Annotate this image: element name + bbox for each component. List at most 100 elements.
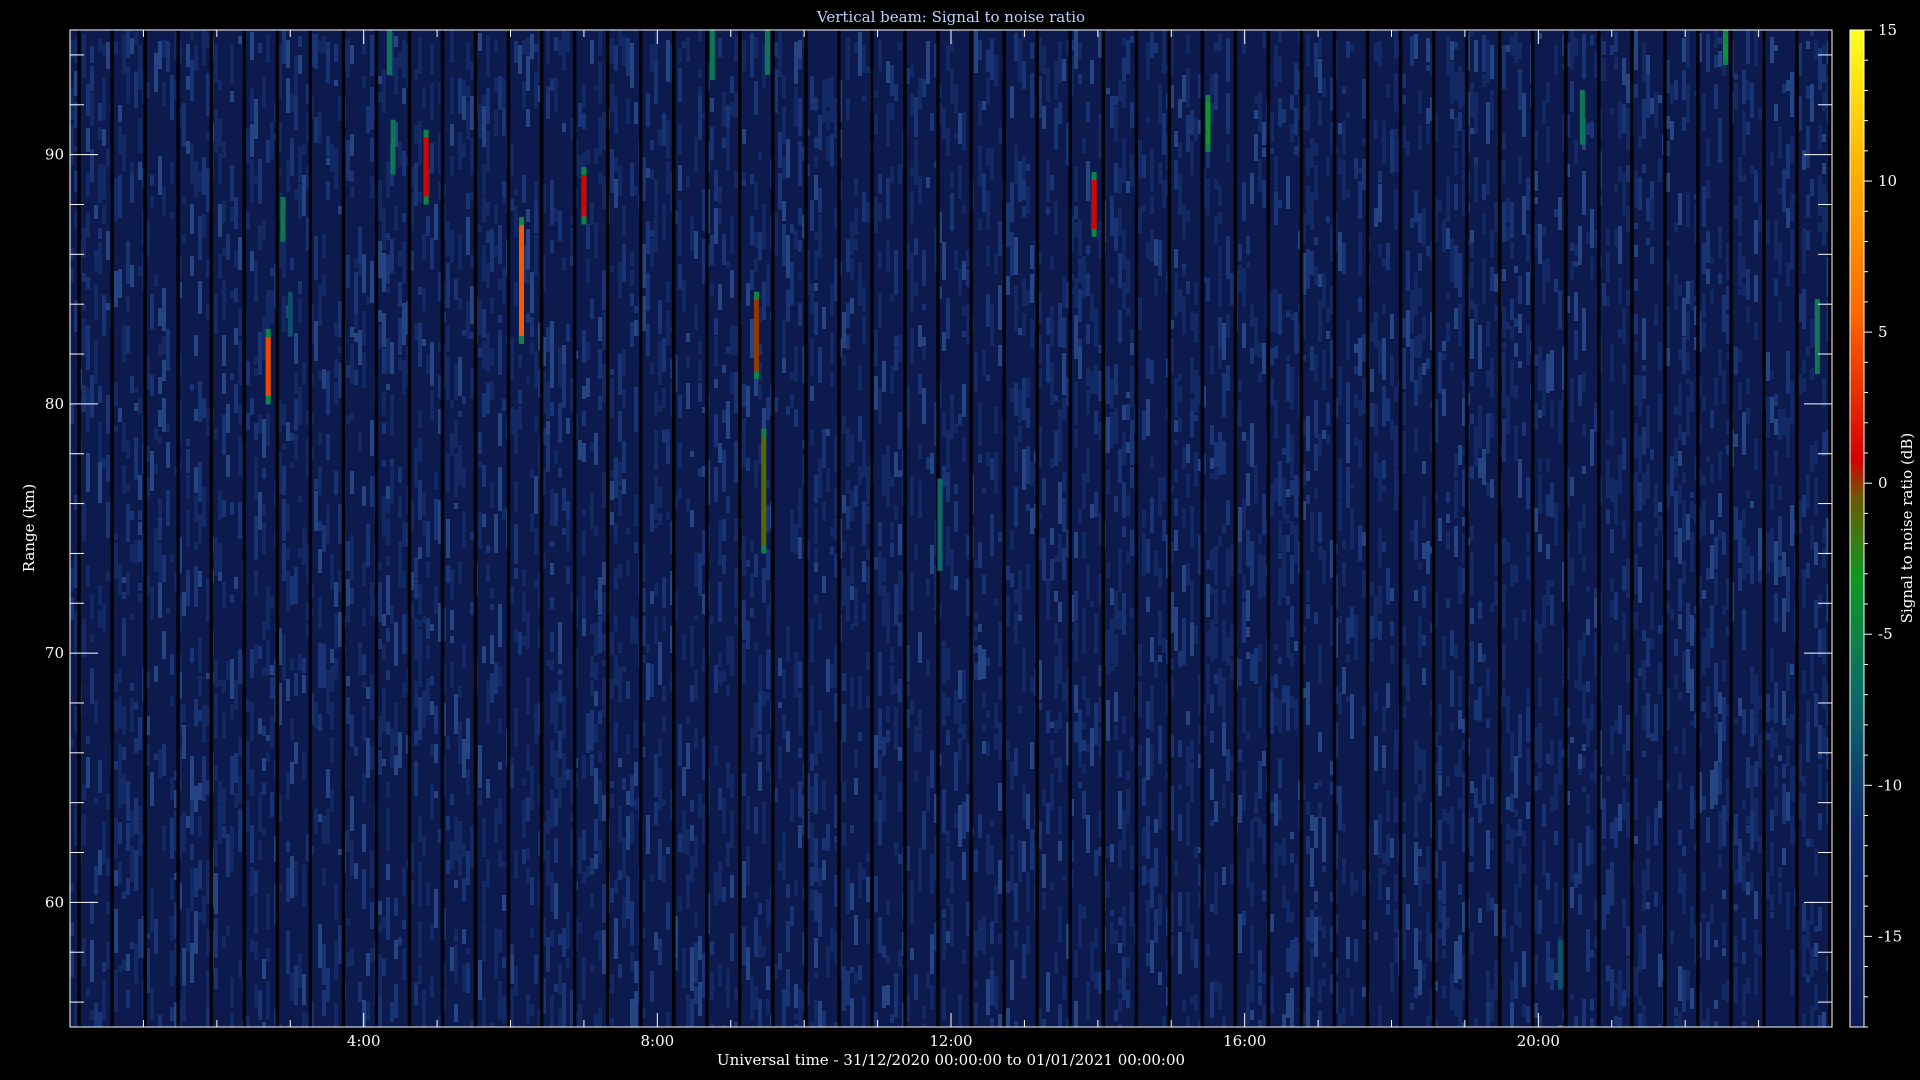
noise-cell (954, 133, 958, 139)
noise-cell (1238, 749, 1242, 761)
noise-cell (1750, 666, 1754, 704)
noise-cell (782, 319, 786, 358)
noise-cell (922, 79, 926, 97)
noise-cell (338, 206, 342, 214)
noise-cell (494, 943, 498, 979)
noise-cell (1442, 906, 1446, 946)
noise-cell (1226, 93, 1230, 134)
noise-cell (1286, 311, 1290, 317)
noise-cell (678, 487, 682, 499)
noise-cell (170, 555, 174, 562)
noise-cell (1806, 231, 1810, 250)
noise-cell (846, 303, 850, 328)
noise-cell (1338, 232, 1342, 271)
noise-cell (1210, 731, 1214, 743)
noise-cell (1258, 761, 1262, 799)
noise-cell (678, 264, 682, 289)
noise-cell (1270, 348, 1274, 365)
noise-cell (958, 414, 962, 425)
noise-cell (694, 943, 698, 983)
noise-cell (330, 554, 334, 589)
noise-cell (786, 235, 790, 278)
noise-cell (386, 338, 390, 374)
noise-cell (326, 434, 330, 460)
noise-cell (1310, 947, 1314, 958)
noise-cell (1774, 279, 1778, 296)
noise-cell (1150, 32, 1154, 58)
noise-cell (1610, 969, 1614, 1006)
noise-cell (462, 96, 466, 120)
noise-cell (266, 981, 270, 1019)
noise-cell (1626, 290, 1630, 306)
noise-cell (1782, 848, 1786, 865)
noise-cell (598, 396, 602, 410)
noise-cell (814, 155, 818, 167)
noise-cell (818, 868, 822, 887)
noise-cell (758, 999, 762, 1027)
noise-cell (810, 889, 814, 911)
noise-cell (138, 822, 142, 856)
noise-cell (1314, 143, 1318, 156)
noise-cell (750, 216, 754, 245)
noise-cell (1450, 973, 1454, 1010)
noise-cell (890, 542, 894, 557)
noise-cell (1710, 410, 1714, 428)
noise-cell (814, 547, 818, 563)
noise-cell (182, 234, 186, 243)
noise-cell (1062, 398, 1066, 421)
noise-cell (106, 859, 110, 876)
noise-cell (1478, 601, 1482, 619)
noise-cell (1374, 119, 1378, 138)
noise-cell (842, 781, 846, 802)
noise-cell (1246, 530, 1250, 567)
noise-cell (1022, 313, 1026, 337)
noise-cell (982, 350, 986, 375)
noise-cell (1678, 614, 1682, 629)
noise-cell (1514, 318, 1518, 327)
noise-cell (1410, 218, 1414, 228)
noise-cell (1122, 716, 1126, 734)
noise-cell (1182, 508, 1186, 527)
noise-cell (1278, 657, 1282, 664)
noise-cell (366, 687, 370, 699)
noise-cell (378, 901, 382, 915)
noise-cell (1342, 562, 1346, 586)
noise-cell (1178, 418, 1182, 432)
noise-cell (1754, 31, 1758, 66)
noise-cell (634, 306, 638, 313)
noise-cell (1358, 168, 1362, 174)
noise-cell (234, 384, 238, 413)
noise-cell (482, 997, 486, 1027)
noise-cell (1414, 336, 1418, 358)
noise-cell (642, 544, 646, 582)
noise-cell (126, 878, 130, 895)
noise-cell (1114, 173, 1118, 193)
noise-cell (470, 602, 474, 615)
noise-cell (1258, 159, 1262, 192)
noise-cell (926, 776, 930, 812)
noise-cell (250, 649, 254, 678)
noise-cell (766, 899, 770, 927)
noise-cell (926, 41, 930, 84)
noise-cell (1590, 704, 1594, 730)
noise-cell (758, 936, 762, 958)
noise-cell (1274, 697, 1278, 726)
noise-cell (478, 299, 482, 335)
noise-cell (1754, 322, 1758, 340)
noise-cell (186, 908, 190, 952)
noise-cell (694, 137, 698, 173)
noise-cell (1074, 278, 1078, 308)
noise-cell (478, 225, 482, 232)
noise-cell (518, 45, 522, 74)
noise-cell (286, 422, 290, 441)
noise-cell (362, 311, 366, 345)
noise-cell (1022, 944, 1026, 979)
noise-cell (1634, 375, 1638, 406)
noise-cell (1570, 81, 1574, 112)
noise-cell (138, 522, 142, 535)
noise-cell (994, 703, 998, 728)
noise-cell (1318, 434, 1322, 457)
noise-cell (1014, 1021, 1018, 1027)
noise-cell (230, 826, 234, 871)
noise-cell (1518, 156, 1522, 184)
